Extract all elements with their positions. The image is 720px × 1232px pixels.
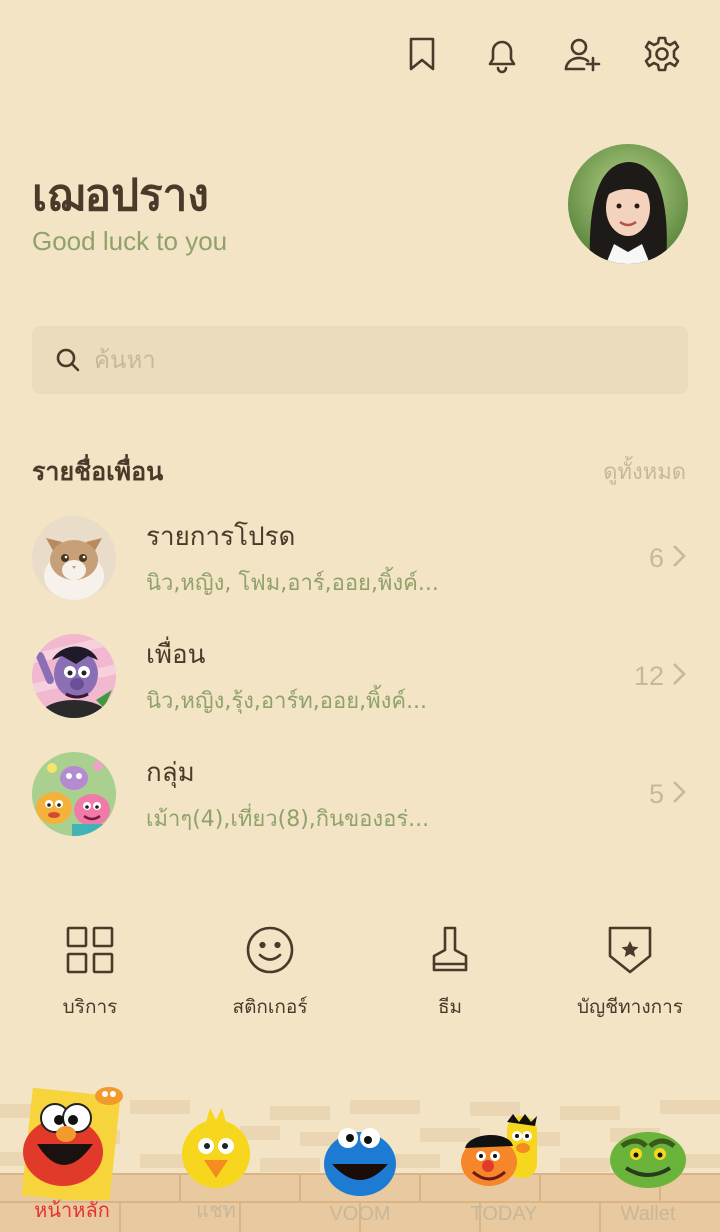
friends-row[interactable]: เพื่อน นิว,หญิง,รุ้ง,อาร์ท,ออย,พิ้งค์...… bbox=[32, 626, 688, 726]
themes-button[interactable]: ธีม bbox=[360, 922, 540, 1022]
chevron-right-icon bbox=[670, 661, 688, 691]
official-accounts-label: บัญชีทางการ bbox=[577, 996, 683, 1018]
brush-icon bbox=[432, 926, 468, 972]
avatar[interactable] bbox=[568, 144, 688, 264]
oscar-character-icon bbox=[610, 1132, 686, 1188]
row-subtitle: นิว,หญิง,รุ้ง,อาร์ท,ออย,พิ้งค์... bbox=[146, 689, 428, 714]
services-bar: บริการ สติกเกอร์ ธีม บัญชีทางการ bbox=[0, 922, 720, 1022]
chevron-right-icon bbox=[670, 543, 688, 573]
row-count: 5 bbox=[648, 778, 664, 809]
tab-wallet[interactable]: Wallet bbox=[576, 1082, 720, 1232]
search-icon bbox=[56, 348, 80, 372]
tab-label: VOOM bbox=[329, 1203, 391, 1225]
add-friend-icon bbox=[564, 38, 601, 72]
official-shield-icon bbox=[608, 926, 652, 974]
bookmark-icon bbox=[409, 37, 435, 71]
row-count: 12 bbox=[633, 660, 664, 691]
bookmark-button[interactable] bbox=[400, 32, 444, 76]
gear-icon bbox=[644, 36, 680, 72]
tab-chats[interactable]: แชท bbox=[144, 1082, 288, 1232]
friends-section-title: รายชื่อเพื่อน bbox=[32, 457, 164, 486]
tab-label: TODAY bbox=[470, 1203, 538, 1225]
profile-name[interactable]: เฌอปราง bbox=[32, 160, 209, 230]
header-actions bbox=[400, 32, 684, 76]
tab-label: Wallet bbox=[620, 1203, 676, 1225]
favorites-thumbnail bbox=[32, 516, 116, 600]
chevron-right-icon bbox=[670, 779, 688, 809]
tab-label: หน้าหลัก bbox=[34, 1198, 110, 1222]
groups-thumbnail bbox=[32, 752, 116, 836]
row-subtitle: นิว,หญิง, โฟม,อาร์,ออย,พิ้งค์... bbox=[146, 571, 439, 596]
view-all-link[interactable]: ดูทั้งหมด bbox=[603, 454, 686, 489]
profile-status-message[interactable]: Good luck to you bbox=[32, 226, 227, 257]
bert-and-ernie-character-icon bbox=[461, 1114, 537, 1186]
services-label: บริการ bbox=[62, 996, 118, 1018]
row-title: กลุ่ม bbox=[146, 758, 195, 788]
row-count: 6 bbox=[648, 542, 664, 573]
groups-row[interactable]: กลุ่ม เม้าๆ(4),เที่ยว(8),กินของอร่... 5 bbox=[32, 744, 688, 844]
row-subtitle: เม้าๆ(4),เที่ยว(8),กินของอร่... bbox=[146, 807, 430, 832]
favorites-row[interactable]: รายการโปรด นิว,หญิง, โฟม,อาร์,ออย,พิ้งค์… bbox=[32, 508, 688, 608]
bottom-navigation: หน้าหลัก แชท VOOM TODAY Wallet bbox=[0, 1082, 720, 1232]
search-input[interactable] bbox=[94, 346, 634, 374]
elmo-character-icon bbox=[21, 1087, 123, 1200]
themes-label: ธีม bbox=[437, 996, 463, 1018]
search-bar[interactable] bbox=[32, 326, 688, 394]
row-title: เพื่อน bbox=[146, 640, 206, 670]
big-bird-character-icon bbox=[182, 1108, 250, 1188]
tab-voom[interactable]: VOOM bbox=[288, 1082, 432, 1232]
friends-thumbnail bbox=[32, 634, 116, 718]
official-accounts-button[interactable]: บัญชีทางการ bbox=[540, 922, 720, 1022]
bell-icon bbox=[488, 40, 516, 74]
services-button[interactable]: บริการ bbox=[0, 922, 180, 1022]
add-friend-button[interactable] bbox=[560, 32, 604, 76]
settings-button[interactable] bbox=[640, 32, 684, 76]
tab-home[interactable]: หน้าหลัก bbox=[0, 1082, 144, 1232]
tab-today[interactable]: TODAY bbox=[432, 1082, 576, 1232]
tab-label: แชท bbox=[196, 1200, 236, 1222]
smiley-icon bbox=[246, 926, 294, 974]
stickers-label: สติกเกอร์ bbox=[232, 996, 308, 1018]
grid-icon bbox=[66, 926, 114, 974]
cookie-monster-character-icon bbox=[324, 1128, 396, 1196]
notifications-button[interactable] bbox=[480, 32, 524, 76]
stickers-button[interactable]: สติกเกอร์ bbox=[180, 922, 360, 1022]
row-title: รายการโปรด bbox=[146, 522, 296, 552]
